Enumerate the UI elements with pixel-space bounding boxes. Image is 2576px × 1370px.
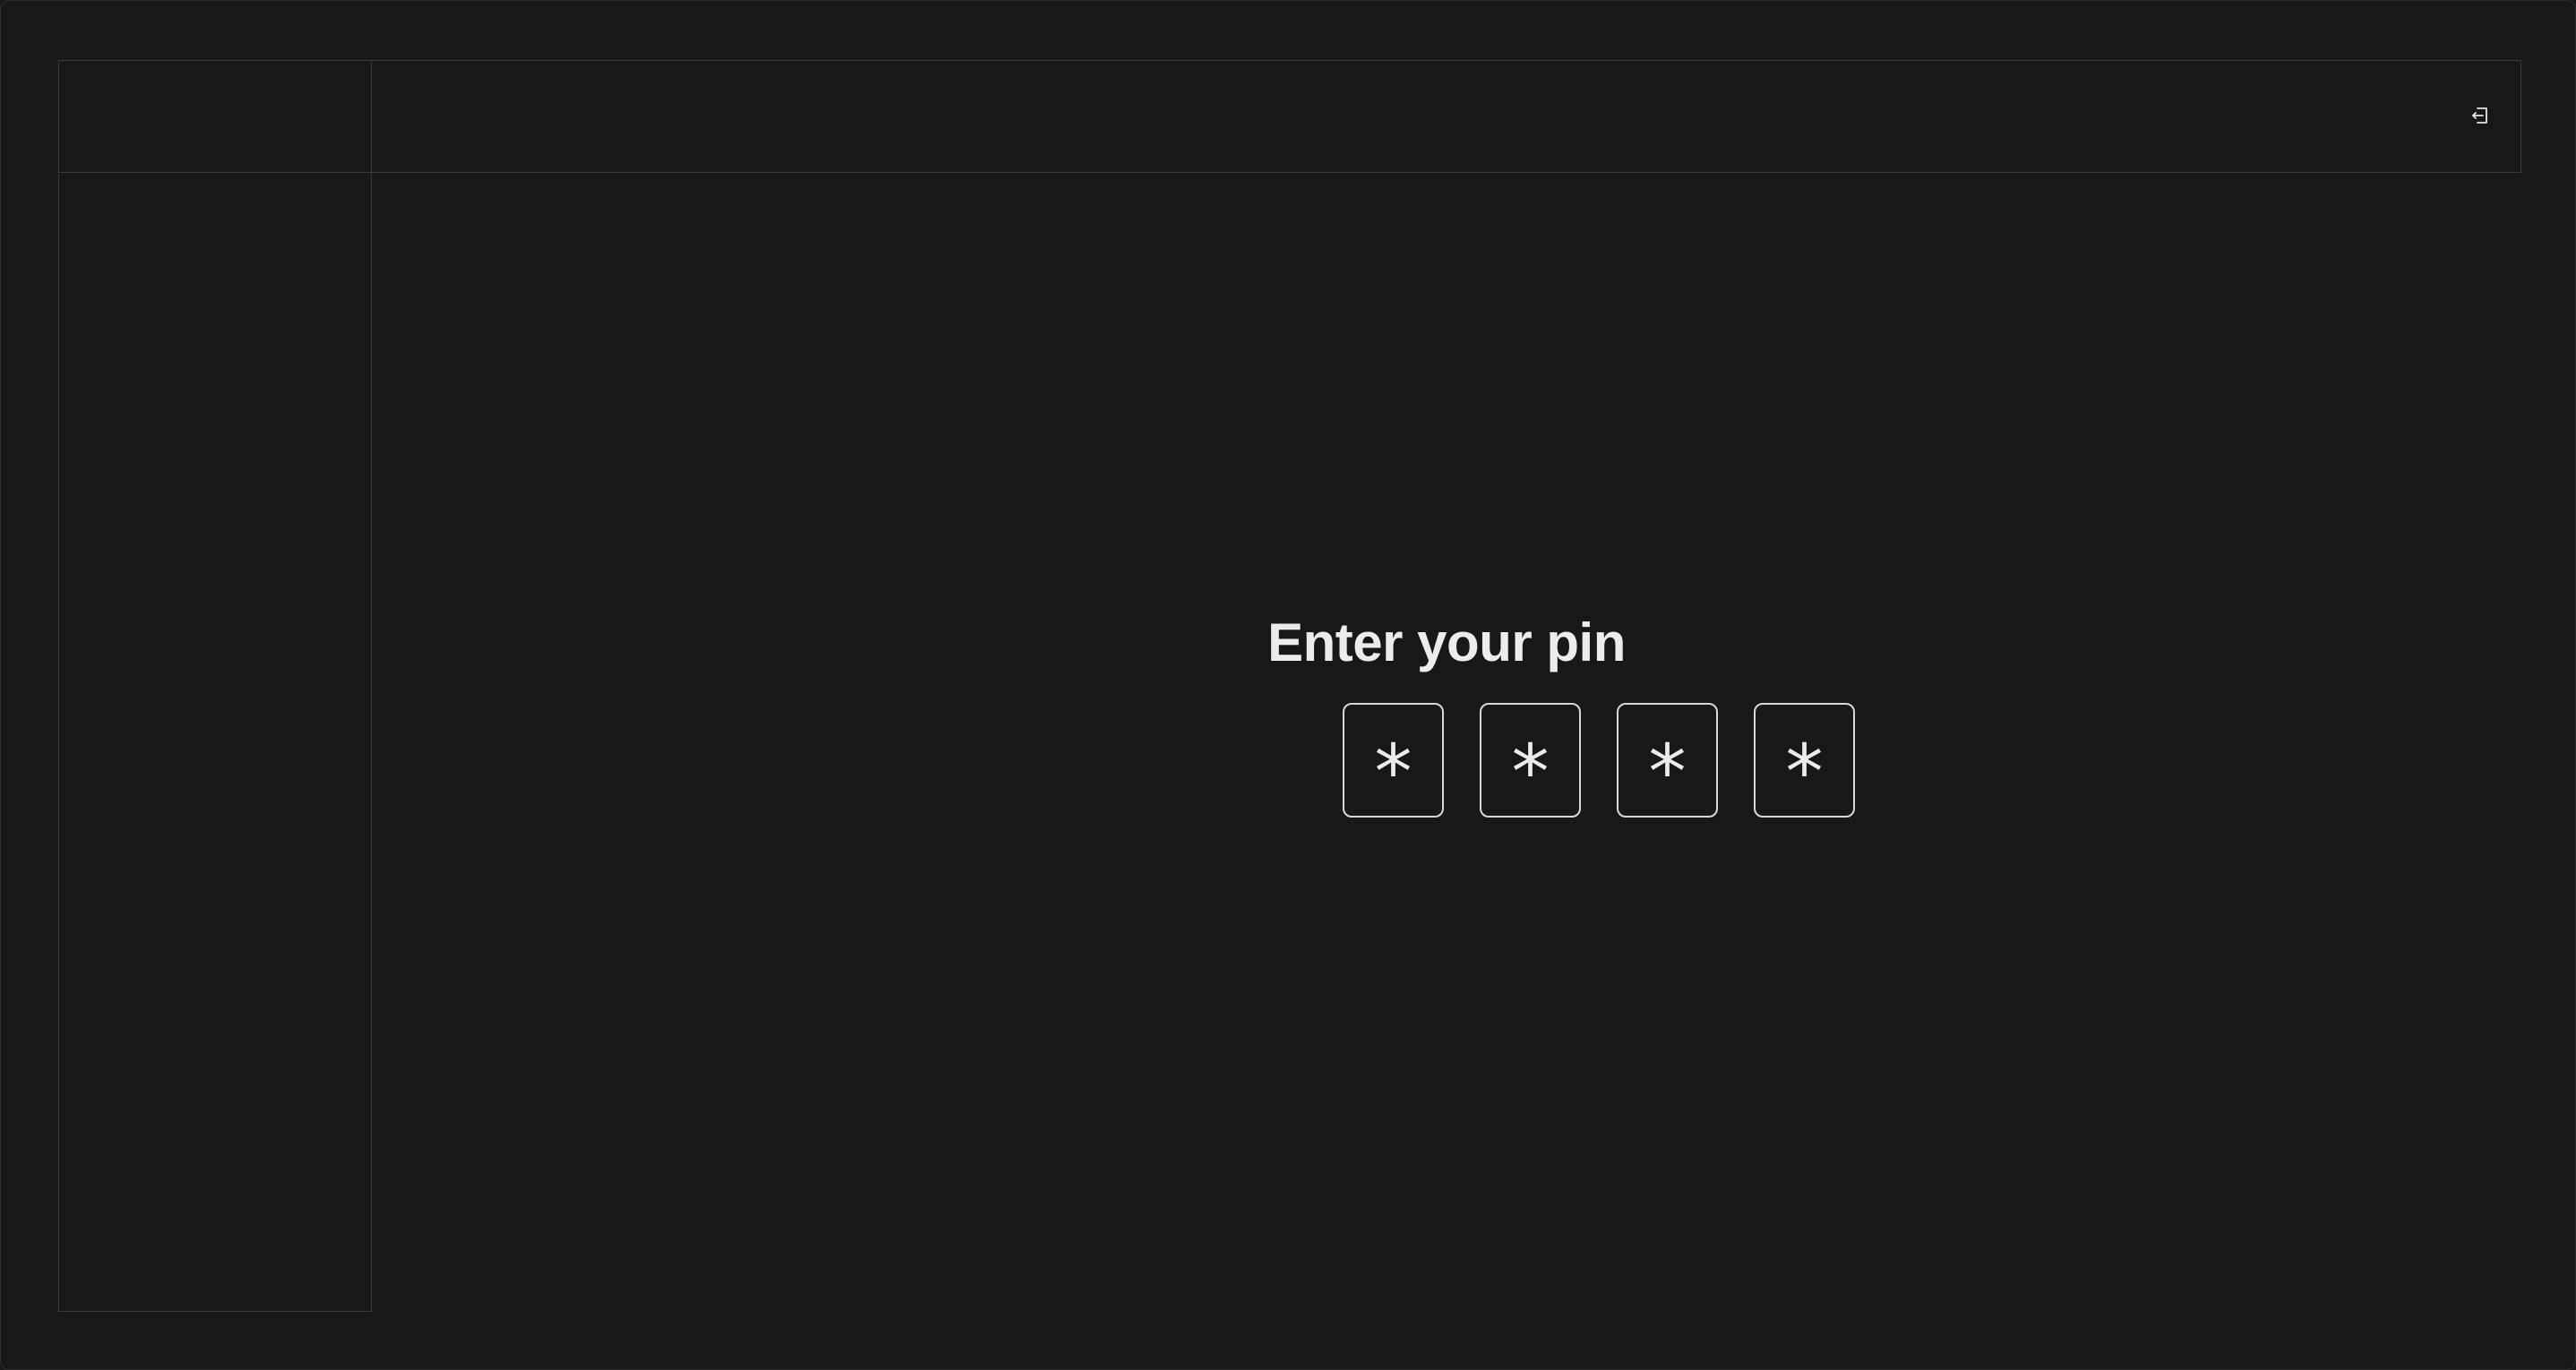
pin-input-group: * * * * [1343,703,1855,818]
sidebar [58,60,372,1312]
pin-digit-4[interactable]: * [1754,703,1855,818]
logout-button[interactable] [2467,104,2494,131]
pin-title: Enter your pin [1267,612,1626,672]
pin-digit-3[interactable]: * [1617,703,1718,818]
pin-digit-1[interactable]: * [1343,703,1444,818]
pin-digit-2[interactable]: * [1480,703,1581,818]
main-content: Enter your pin * * * * [372,173,2521,1312]
app-frame: Enter your pin * * * * [58,60,2521,1312]
top-bar [371,60,2521,173]
app-window: Enter your pin * * * * [0,0,2576,1370]
sidebar-header [59,61,371,173]
logout-icon [2469,105,2491,131]
